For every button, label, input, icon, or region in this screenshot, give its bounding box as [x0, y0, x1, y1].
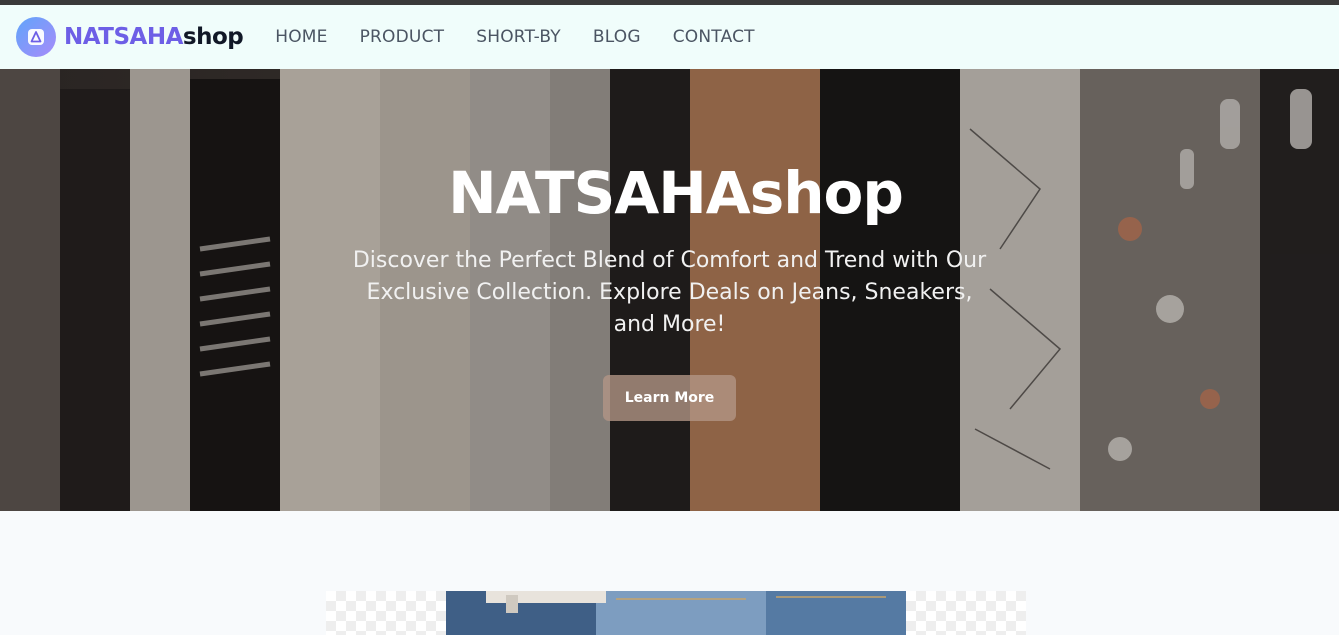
- navbar: NATSAHAshop HOME PRODUCT SHORT-BY BLOG C…: [0, 5, 1339, 69]
- nav-link-home[interactable]: HOME: [275, 27, 327, 47]
- triangle-logo-icon: [16, 17, 56, 57]
- hero-title: NATSAHAshop: [448, 159, 904, 227]
- learn-more-button[interactable]: Learn More: [603, 375, 736, 421]
- product-card[interactable]: [326, 591, 1026, 635]
- hero-section: NATSAHAshop Discover the Perfect Blend o…: [0, 69, 1339, 511]
- hero-subtitle: Discover the Perfect Blend of Comfort an…: [352, 248, 987, 337]
- nav-links: HOME PRODUCT SHORT-BY BLOG CONTACT: [275, 27, 787, 47]
- nav-link-short-by[interactable]: SHORT-BY: [476, 27, 561, 47]
- logo[interactable]: NATSAHAshop: [16, 17, 244, 57]
- nav-link-blog[interactable]: BLOG: [593, 27, 641, 47]
- brand-primary: NATSAHA: [64, 24, 183, 50]
- jeans-product-image: [446, 591, 906, 635]
- hero-content: NATSAHAshop Discover the Perfect Blend o…: [0, 159, 1339, 421]
- nav-link-contact[interactable]: CONTACT: [673, 27, 755, 47]
- brand-secondary: shop: [182, 24, 244, 50]
- nav-link-product[interactable]: PRODUCT: [360, 27, 445, 47]
- brand-name: NATSAHAshop: [64, 24, 244, 50]
